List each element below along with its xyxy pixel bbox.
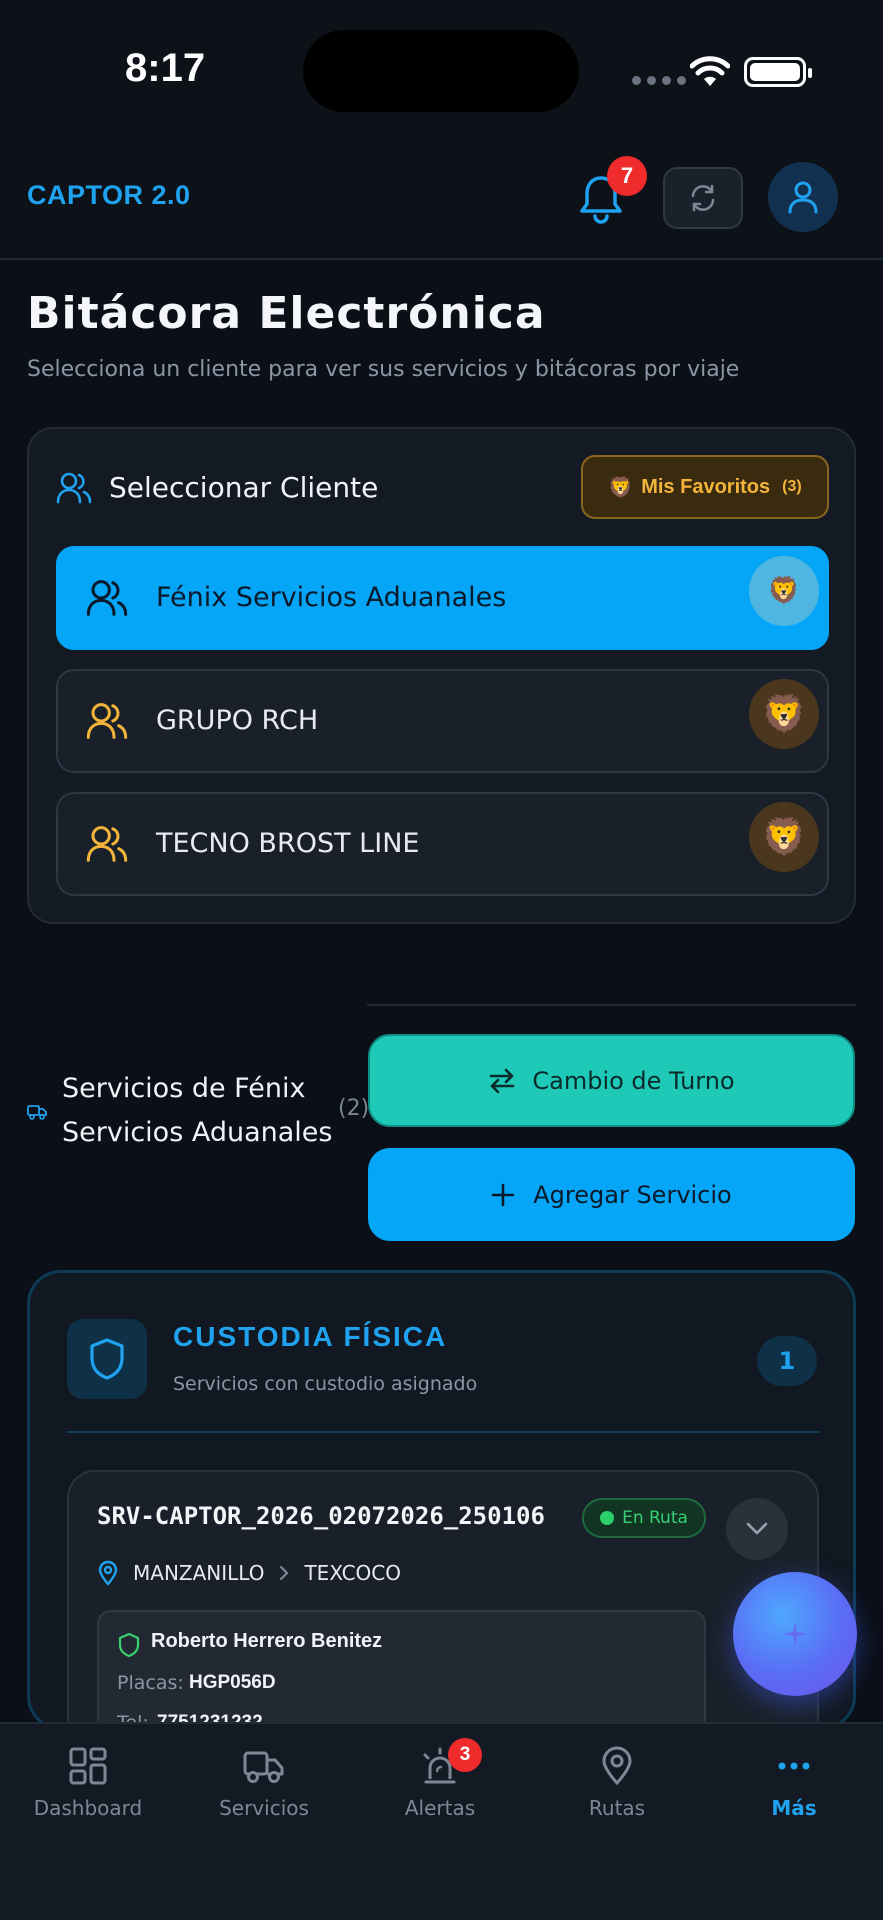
floating-action-button[interactable] xyxy=(733,1572,857,1696)
page-title: Bitácora Electrónica xyxy=(27,288,546,339)
service-code: SRV-CAPTOR_2026_02072026_250106 xyxy=(97,1502,545,1530)
status-bar: 8:17 xyxy=(0,0,883,140)
section-divider xyxy=(367,1004,856,1006)
client-item-fenix[interactable]: Fénix Servicios Aduanales 🦁 xyxy=(56,546,829,650)
client-item-tecno-brost[interactable]: TECNO BROST LINE 🦁 xyxy=(56,792,829,896)
shift-change-button[interactable]: Cambio de Turno xyxy=(368,1034,855,1127)
shield-icon xyxy=(118,1632,140,1658)
custodian-info: Roberto Herrero Benitez Placas: HGP056D … xyxy=(97,1610,706,1727)
dashboard-icon xyxy=(69,1747,107,1785)
sparkle-icon xyxy=(783,1622,807,1646)
custody-shield-box xyxy=(67,1319,147,1399)
map-pin-icon xyxy=(98,1560,118,1586)
client-selector-card: Seleccionar Cliente 🦁 Mis Favoritos (3) … xyxy=(27,427,856,924)
favorite-toggle[interactable]: 🦁 xyxy=(749,802,819,872)
nav-label: Más xyxy=(771,1796,817,1820)
nav-alertas[interactable]: Alertas xyxy=(352,1746,528,1820)
battery-icon xyxy=(744,57,812,87)
nav-rutas[interactable]: Rutas xyxy=(529,1746,705,1820)
page-subtitle: Selecciona un cliente para ver sus servi… xyxy=(27,357,740,382)
more-icon xyxy=(778,1762,810,1770)
app-brand: CAPTOR 2.0 xyxy=(27,180,191,210)
chevron-down-icon xyxy=(746,1522,768,1535)
client-name: TECNO BROST LINE xyxy=(156,828,420,859)
chevron-right-icon xyxy=(280,1565,289,1581)
service-card[interactable]: SRV-CAPTOR_2026_02072026_250106 En Ruta … xyxy=(67,1470,819,1727)
plates-value: HGP056D xyxy=(189,1672,276,1693)
custody-count-badge: 1 xyxy=(757,1336,817,1386)
user-avatar-button[interactable] xyxy=(768,162,838,232)
route-origin: MANZANILLO xyxy=(133,1561,265,1585)
shift-change-label: Cambio de Turno xyxy=(532,1066,735,1095)
expand-button[interactable] xyxy=(726,1498,788,1560)
lion-icon: 🦁 xyxy=(761,694,807,735)
shield-icon xyxy=(90,1338,124,1380)
nav-dashboard[interactable]: Dashboard xyxy=(0,1746,176,1820)
client-name: Fénix Servicios Aduanales xyxy=(156,582,507,613)
nav-label: Dashboard xyxy=(33,1796,143,1820)
swap-icon xyxy=(490,1068,515,1093)
signal-icon xyxy=(632,76,686,85)
status-time: 8:17 xyxy=(125,46,206,90)
plates-label: Placas: xyxy=(117,1672,184,1694)
client-item-grupo-rch[interactable]: GRUPO RCH 🦁 xyxy=(56,669,829,773)
alerts-badge: 3 xyxy=(448,1738,482,1772)
custody-divider xyxy=(67,1431,819,1433)
users-icon xyxy=(86,703,128,739)
status-label: En Ruta xyxy=(622,1508,688,1528)
user-icon xyxy=(788,181,818,214)
wifi-icon xyxy=(690,56,730,86)
refresh-icon xyxy=(691,184,715,212)
favorite-toggle[interactable]: 🦁 xyxy=(749,679,819,749)
favorites-button[interactable]: 🦁 Mis Favoritos (3) xyxy=(581,455,829,519)
users-icon xyxy=(86,826,128,862)
users-icon xyxy=(86,580,128,616)
favorites-count: (3) xyxy=(782,478,802,495)
add-service-button[interactable]: Agregar Servicio xyxy=(368,1148,855,1241)
users-icon xyxy=(56,472,92,504)
status-dot-icon xyxy=(600,1511,615,1525)
favorites-label: Mis Favoritos xyxy=(641,475,771,498)
nav-mas[interactable]: Más xyxy=(706,1746,882,1820)
status-badge: En Ruta xyxy=(582,1498,706,1538)
app-header: CAPTOR 2.0 7 xyxy=(0,140,883,260)
client-selector-title: Seleccionar Cliente xyxy=(109,471,379,504)
favorite-toggle[interactable]: 🦁 xyxy=(749,556,819,626)
services-title: Servicios de Fénix Servicios Aduanales xyxy=(62,1073,333,1148)
notification-badge: 7 xyxy=(607,156,647,196)
lion-icon: 🦁 xyxy=(608,476,634,499)
map-pin-icon xyxy=(602,1746,632,1786)
nav-label: Servicios xyxy=(219,1796,309,1820)
lion-icon: 🦁 xyxy=(761,817,807,858)
services-count: (2) xyxy=(338,1096,370,1121)
client-name: GRUPO RCH xyxy=(156,705,319,736)
refresh-button[interactable] xyxy=(663,167,743,229)
custody-card: CUSTODIA FÍSICA Servicios con custodio a… xyxy=(27,1270,856,1730)
service-route: MANZANILLO TEXCOCO xyxy=(97,1560,401,1586)
custodian-name: Roberto Herrero Benitez xyxy=(151,1630,383,1652)
plus-icon xyxy=(491,1183,515,1206)
nav-label: Rutas xyxy=(588,1796,646,1820)
dynamic-island xyxy=(303,30,579,112)
lion-icon: 🦁 xyxy=(767,576,801,606)
custody-subtitle: Servicios con custodio asignado xyxy=(173,1373,478,1395)
bottom-nav: Dashboard Servicios Alertas 3 Rutas Más xyxy=(0,1722,883,1920)
add-service-label: Agregar Servicio xyxy=(533,1180,732,1209)
truck-icon xyxy=(243,1751,284,1783)
truck-icon xyxy=(27,1105,47,1120)
custody-title: CUSTODIA FÍSICA xyxy=(173,1321,448,1352)
nav-servicios[interactable]: Servicios xyxy=(176,1746,352,1820)
nav-label: Alertas xyxy=(404,1796,476,1820)
route-destination: TEXCOCO xyxy=(304,1561,401,1585)
